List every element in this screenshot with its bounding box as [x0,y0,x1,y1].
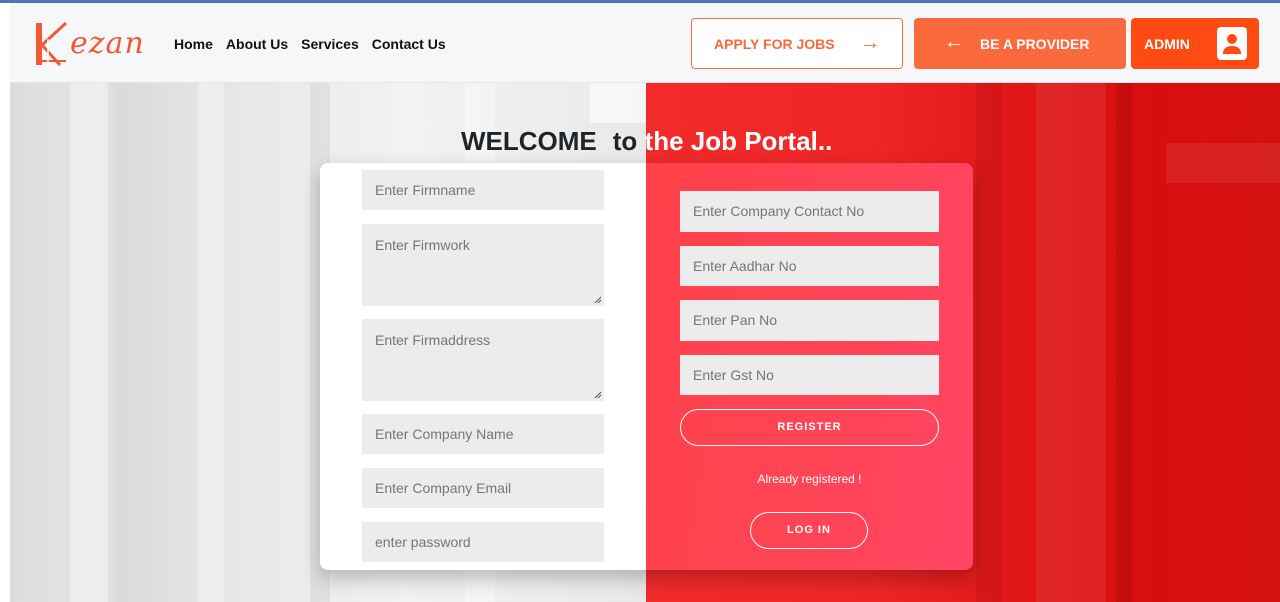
registration-card: Enter Firmname Enter Firmwork Enter Firm… [320,163,973,570]
firmwork-textarea[interactable]: Enter Firmwork [362,224,604,306]
firmname-input[interactable]: Enter Firmname [362,170,604,210]
logo-text: ezan [70,26,145,61]
resize-grip-icon[interactable] [594,391,602,399]
nav-item-home[interactable]: Home [174,36,213,52]
page-title: WELCOME to the Job Portal.. [461,126,832,157]
already-registered-text: Already registered ! [757,472,862,486]
nav-item-about-us[interactable]: About Us [226,36,288,52]
arrow-right-icon: → [860,32,880,54]
logo-k-icon [36,21,68,67]
arrow-left-icon: ← [944,31,964,53]
pan-input[interactable]: Enter Pan No [680,300,939,341]
gst-input[interactable]: Enter Gst No [680,355,939,395]
nav-item-services[interactable]: Services [301,36,359,52]
welcome-to: to [612,126,638,156]
firmaddress-textarea[interactable]: Enter Firmaddress [362,319,604,401]
welcome-subtitle: the Job Portal.. [637,126,833,156]
nav-item-contact-us[interactable]: Contact Us [372,36,446,52]
resize-grip-icon[interactable] [594,296,602,304]
user-icon [1217,27,1247,60]
admin-label: ADMIN [1144,36,1190,52]
admin-button[interactable]: ADMIN [1131,18,1259,69]
apply-for-jobs-label: APPLY FOR JOBS [714,36,835,52]
welcome-word: WELCOME [461,126,597,156]
login-button[interactable]: LOG IN [750,512,868,549]
be-a-provider-label: BE A PROVIDER [980,36,1090,52]
be-a-provider-button[interactable]: ← BE A PROVIDER [914,18,1126,69]
password-input[interactable]: enter password [362,522,604,562]
main-nav: Home About Us Services Contact Us [174,36,446,52]
company-email-input[interactable]: Enter Company Email [362,468,604,508]
company-name-input[interactable]: Enter Company Name [362,414,604,454]
register-button[interactable]: REGISTER [680,409,939,446]
company-contact-input[interactable]: Enter Company Contact No [680,191,939,232]
aadhar-input[interactable]: Enter Aadhar No [680,246,939,286]
apply-for-jobs-button[interactable]: APPLY FOR JOBS → [691,18,903,69]
logo[interactable]: ezan [34,21,146,69]
header: ezan Home About Us Services Contact Us A… [10,3,1280,83]
